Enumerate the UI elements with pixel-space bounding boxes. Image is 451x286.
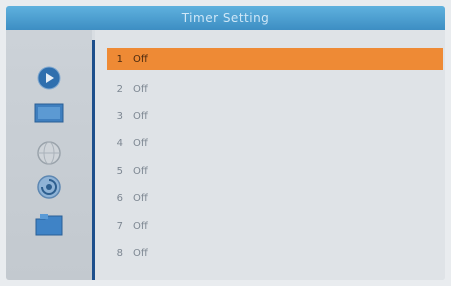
timer-number: 5: [116, 165, 123, 177]
sidebar: [6, 30, 92, 280]
timer-number: 7: [116, 220, 123, 232]
folder-icon[interactable]: [34, 213, 64, 237]
title-bar: Timer Setting: [6, 6, 445, 30]
menu-frame: Timer Setting 1 Off 2 Off 3 Off 4 Off 5 …: [6, 6, 445, 280]
timer-row-5[interactable]: 5 Off: [107, 158, 443, 185]
timer-number: 1: [116, 53, 123, 65]
timer-status: Off: [133, 110, 148, 122]
timer-row-1[interactable]: 1 Off: [107, 48, 443, 70]
timer-number: 8: [116, 247, 123, 259]
timer-number: 6: [116, 193, 123, 205]
timer-list-panel: 1 Off 2 Off 3 Off 4 Off 5 Off 6 Off 7 Of…: [95, 30, 445, 280]
timer-status: Off: [133, 247, 148, 259]
timer-row-6[interactable]: 6 Off: [107, 185, 443, 212]
timer-status: Off: [133, 165, 148, 177]
settings-icon[interactable]: [36, 174, 62, 200]
globe-icon[interactable]: [36, 140, 62, 166]
picture-icon[interactable]: [34, 103, 64, 123]
page-title: Timer Setting: [181, 11, 270, 25]
timer-status: Off: [133, 83, 148, 95]
timer-row-3[interactable]: 3 Off: [107, 103, 443, 130]
timer-status: Off: [133, 193, 148, 205]
timer-row-4[interactable]: 4 Off: [107, 130, 443, 157]
timer-list: 1 Off 2 Off 3 Off 4 Off 5 Off 6 Off 7 Of…: [107, 48, 443, 267]
timer-number: 2: [116, 83, 123, 95]
timer-row-7[interactable]: 7 Off: [107, 212, 443, 239]
play-icon[interactable]: [37, 66, 61, 90]
timer-number: 4: [116, 138, 123, 150]
timer-status: Off: [133, 138, 148, 150]
timer-row-2[interactable]: 2 Off: [107, 75, 443, 102]
timer-number: 3: [116, 110, 123, 122]
timer-status: Off: [133, 220, 148, 232]
timer-row-8[interactable]: 8 Off: [107, 240, 443, 267]
timer-status: Off: [133, 53, 148, 65]
